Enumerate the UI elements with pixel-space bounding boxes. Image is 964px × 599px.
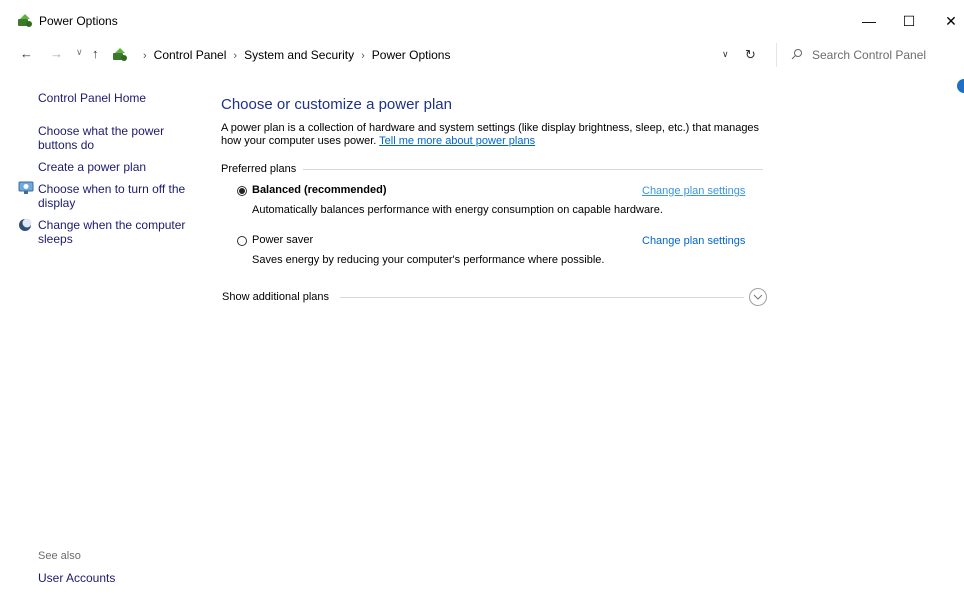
close-icon: ✕ [945, 12, 957, 29]
section-divider [340, 297, 744, 298]
maximize-button[interactable]: ☐ [886, 0, 932, 42]
plan-description-power-saver: Saves energy by reducing your computer's… [252, 254, 605, 266]
control-panel-icon [113, 48, 127, 61]
title-bar [0, 0, 964, 42]
breadcrumb: › Control Panel › System and Security › Power… [136, 48, 450, 62]
radio-balanced[interactable] [237, 186, 247, 196]
breadcrumb-separator[interactable]: › [361, 50, 365, 62]
sidebar-item-create-plan[interactable]: Create a power plan [38, 160, 146, 174]
power-options-icon [18, 14, 32, 27]
sidebar-control-panel-home[interactable]: Control Panel Home [38, 91, 146, 105]
show-additional-plans-label[interactable]: Show additional plans [222, 291, 329, 303]
breadcrumb-power-options[interactable]: Power Options [372, 48, 451, 62]
help-icon[interactable] [957, 79, 964, 93]
search-icon [791, 49, 802, 60]
radio-power-saver[interactable] [237, 236, 247, 246]
plan-name-power-saver[interactable]: Power saver [252, 234, 313, 246]
address-dropdown-icon[interactable]: ∨ [722, 49, 729, 60]
breadcrumb-control-panel[interactable]: Control Panel [154, 48, 227, 62]
sidebar-item-sleep[interactable]: Change when the computer sleeps [38, 218, 188, 246]
tell-me-more-link[interactable]: Tell me more about power plans [379, 135, 535, 147]
see-also-heading: See also [38, 550, 81, 562]
window-title: Power Options [39, 14, 118, 28]
change-plan-settings-balanced[interactable]: Change plan settings [642, 185, 745, 197]
page-title: Choose or customize a power plan [221, 96, 452, 113]
breadcrumb-separator[interactable]: › [233, 50, 237, 62]
section-divider [303, 169, 763, 170]
change-plan-settings-power-saver[interactable]: Change plan settings [642, 235, 745, 247]
sidebar-item-power-buttons[interactable]: Choose what the power buttons do [38, 124, 188, 152]
recent-locations-icon[interactable]: ∨ [76, 47, 83, 58]
plan-name-balanced[interactable]: Balanced (recommended) [252, 184, 386, 196]
close-button[interactable]: ✕ [928, 0, 964, 42]
page-description: A power plan is a collection of hardware… [221, 122, 781, 148]
minimize-icon: — [862, 13, 876, 29]
chevron-down-icon [753, 294, 763, 300]
sleep-moon-icon [19, 218, 32, 231]
breadcrumb-separator[interactable]: › [143, 50, 147, 62]
breadcrumb-system-security[interactable]: System and Security [244, 48, 354, 62]
expand-button[interactable] [749, 288, 767, 306]
search-input[interactable] [812, 45, 952, 65]
display-timer-icon [18, 181, 34, 194]
up-arrow-icon[interactable]: ↑ [92, 46, 99, 61]
see-also-user-accounts[interactable]: User Accounts [38, 571, 115, 585]
plan-description-balanced: Automatically balances performance with … [252, 204, 663, 216]
radio-selected-dot [239, 188, 245, 194]
sidebar-item-display-off[interactable]: Choose when to turn off the display [38, 182, 188, 210]
maximize-icon: ☐ [902, 12, 916, 29]
refresh-icon[interactable]: ↻ [745, 47, 756, 63]
back-arrow-icon[interactable]: ← [20, 46, 33, 61]
preferred-plans-heading: Preferred plans [221, 163, 297, 175]
forward-arrow-icon[interactable]: → [50, 46, 63, 61]
